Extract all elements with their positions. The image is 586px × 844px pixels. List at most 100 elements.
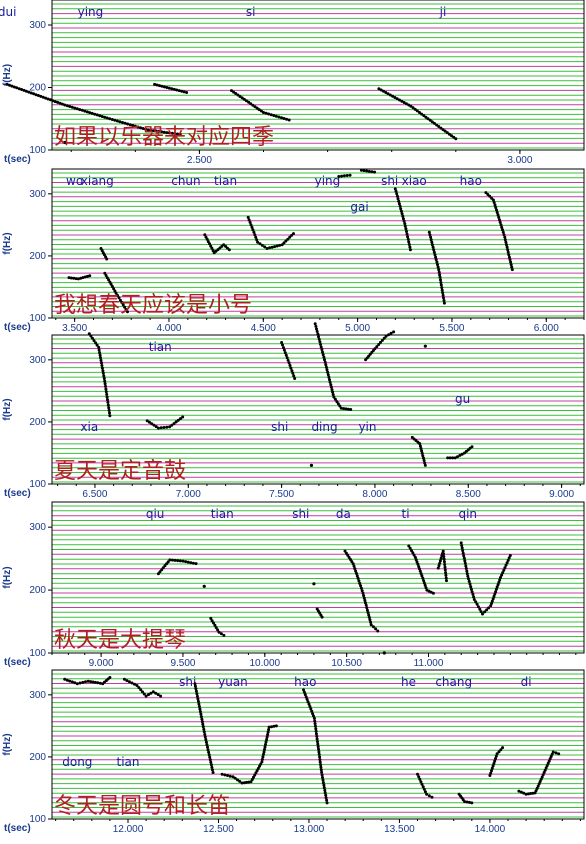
pitch-point (290, 369, 294, 373)
syllable-label: hao (460, 174, 482, 188)
pitch-point (470, 445, 474, 449)
pitch-point (440, 288, 444, 292)
pitch-point (505, 245, 509, 249)
y-tick-label: 100 (29, 145, 46, 156)
pitch-point (439, 283, 443, 287)
x-tick-label: 8.500 (456, 489, 481, 500)
pitch-point (325, 798, 329, 802)
pitch-point (203, 735, 207, 739)
pitch-point (362, 169, 366, 173)
y-axis-label: f(Hz) (2, 398, 13, 420)
pitch-point (156, 426, 160, 430)
pitch-point (100, 364, 104, 367)
pitch-point (195, 692, 199, 696)
pitch-point (460, 546, 464, 550)
pitch-point (467, 577, 470, 581)
pitch-point (159, 426, 163, 430)
pitch-point (106, 398, 109, 402)
x-tick-label: 12.000 (113, 824, 144, 835)
pitch-point (403, 224, 407, 228)
pitch-point (282, 117, 286, 120)
syllable-label: yin (358, 420, 376, 434)
pitch-point (201, 722, 205, 726)
pitch-point (442, 557, 446, 561)
pitch-point (105, 257, 109, 261)
pitch-point (263, 748, 266, 751)
pitch-point (509, 260, 513, 264)
pitch-point (186, 560, 190, 564)
pitch-point (382, 651, 386, 655)
pitch-point (291, 371, 295, 375)
pitch-point (274, 724, 278, 728)
pitch-point (387, 333, 391, 337)
pitch-point (437, 268, 441, 272)
pitch-point (291, 232, 295, 236)
pitch-point (107, 406, 111, 410)
pitch-point (465, 569, 469, 573)
pitch-point (462, 554, 466, 558)
pitch-point (408, 245, 412, 249)
syllable-label: hao (294, 675, 316, 689)
pitch-point (159, 694, 163, 698)
pitch-point (508, 258, 512, 262)
pitch-point (293, 376, 297, 380)
pitch-point (108, 414, 112, 418)
pitch-point (267, 112, 271, 116)
y-tick-label: 300 (29, 690, 46, 701)
pitch-point (228, 774, 232, 778)
pitch-point (330, 388, 334, 392)
pitch-point (506, 250, 510, 254)
syllable-label: si (246, 5, 256, 19)
pitch-point (202, 584, 206, 588)
y-tick-label: 100 (29, 479, 46, 490)
pitch-point (208, 758, 212, 762)
syllable-label: gai (350, 200, 368, 214)
pitch-point (316, 332, 320, 336)
x-tick-label: 7.500 (269, 489, 294, 500)
pitch-point (459, 541, 463, 545)
pitch-point (551, 750, 555, 754)
syllable-label: xiao (402, 174, 427, 188)
pitch-point (102, 374, 106, 378)
pitch-point (319, 765, 323, 769)
syllable-label: xiang (81, 174, 114, 188)
pitch-point (261, 755, 265, 759)
panel-3: f(Hz)300200100t(sec) 6.500 7.000 7.500 8.000… (2, 322, 585, 500)
pitch-point (219, 632, 223, 636)
syllable-label: tian (149, 340, 172, 354)
pitch-point (331, 390, 335, 394)
x-axis-label: t(sec) (4, 657, 31, 668)
pitch-point (100, 361, 103, 365)
pitch-point (423, 463, 427, 467)
pitch-point (438, 275, 442, 279)
pitch-point (373, 170, 377, 174)
pitch-point (194, 689, 198, 693)
pitch-point (200, 720, 204, 724)
pitch-point (322, 783, 326, 787)
pitch-point (227, 248, 231, 252)
pitch-point (316, 745, 320, 749)
syllable-label: da (336, 507, 351, 521)
pitch-point (324, 363, 328, 367)
pitch-point (464, 567, 468, 570)
pitch-point (107, 408, 111, 412)
pitch-point (260, 757, 264, 761)
pitch-point (98, 353, 102, 357)
x-tick-label: 5.000 (345, 323, 370, 334)
pitch-point (314, 732, 318, 736)
pitch-point (200, 717, 204, 721)
pitch-point (328, 378, 331, 382)
pitch-point (197, 702, 201, 706)
pitch-point (314, 324, 318, 328)
pitch-point (320, 348, 324, 351)
pitch-point (103, 382, 107, 386)
pitch-point (427, 230, 431, 234)
pitch-point (266, 733, 270, 737)
pitch-point (206, 745, 209, 749)
pitch-point (160, 84, 164, 88)
pitch-point (178, 559, 182, 563)
pitch-point (263, 745, 267, 749)
pitch-point (104, 387, 108, 391)
syllable-label: qin (458, 507, 477, 521)
pitch-point (285, 356, 289, 360)
